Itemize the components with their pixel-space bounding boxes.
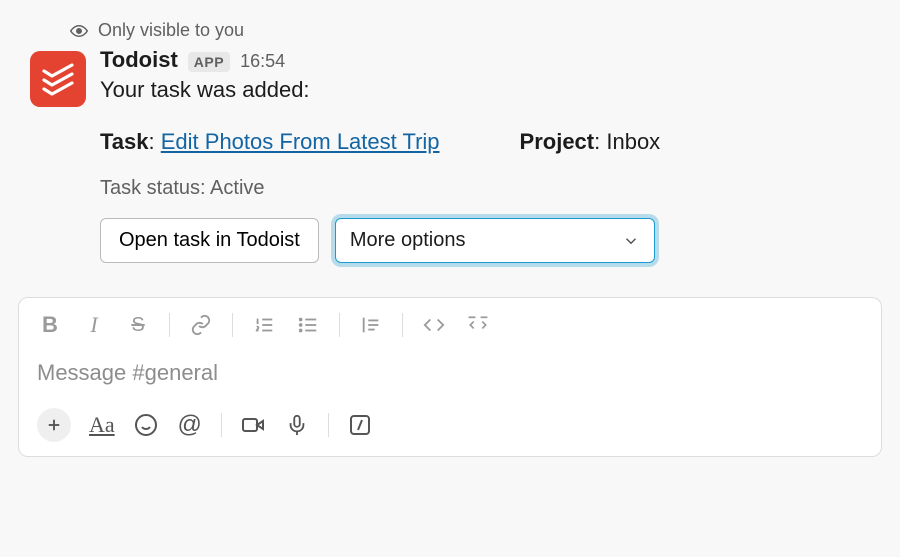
task-field: Task: Edit Photos From Latest Trip [100, 129, 440, 155]
timestamp: 16:54 [240, 51, 285, 72]
more-options-select[interactable]: More options [335, 218, 655, 263]
eye-icon [70, 22, 88, 40]
task-label: Task [100, 129, 149, 154]
toolbar-separator [328, 413, 329, 437]
emoji-button[interactable] [133, 412, 159, 438]
code-button[interactable] [421, 312, 447, 338]
message-input[interactable] [37, 360, 863, 386]
composer-actions: Aa @ [37, 408, 863, 442]
project-label: Project [520, 129, 595, 154]
blockquote-button[interactable] [358, 312, 384, 338]
actions-row: Open task in Todoist More options [100, 218, 870, 263]
format-toolbar: B I S [37, 312, 863, 338]
strikethrough-button[interactable]: S [125, 312, 151, 338]
formatting-toggle-button[interactable]: Aa [89, 412, 115, 438]
visibility-row: Only visible to you [70, 20, 870, 41]
message-composer: B I S Aa @ [18, 297, 882, 457]
task-added-line: Your task was added: [100, 77, 870, 103]
app-badge: APP [188, 52, 230, 72]
message-body: Todoist APP 16:54 Your task was added: T… [100, 47, 870, 263]
message-row: Todoist APP 16:54 Your task was added: T… [30, 47, 870, 263]
todoist-app-icon [30, 51, 86, 107]
details-row: Task: Edit Photos From Latest Trip Proje… [100, 129, 870, 155]
shortcuts-button[interactable] [347, 412, 373, 438]
mention-button[interactable]: @ [177, 412, 203, 438]
sender-name: Todoist [100, 47, 178, 73]
visibility-label: Only visible to you [98, 20, 244, 41]
video-button[interactable] [240, 412, 266, 438]
more-options-label: More options [350, 229, 466, 252]
toolbar-separator [339, 313, 340, 337]
project-field: Project: Inbox [520, 129, 661, 155]
attach-button[interactable] [37, 408, 71, 442]
link-button[interactable] [188, 312, 214, 338]
bold-button[interactable]: B [37, 312, 63, 338]
toolbar-separator [221, 413, 222, 437]
open-task-button[interactable]: Open task in Todoist [100, 218, 319, 263]
bulleted-list-button[interactable] [295, 312, 321, 338]
toolbar-separator [169, 313, 170, 337]
audio-button[interactable] [284, 412, 310, 438]
sender-line: Todoist APP 16:54 [100, 47, 870, 73]
task-link[interactable]: Edit Photos From Latest Trip [161, 129, 440, 154]
task-status: Task status: Active [100, 177, 870, 200]
code-block-button[interactable] [465, 312, 491, 338]
italic-button[interactable]: I [81, 312, 107, 338]
ordered-list-button[interactable] [251, 312, 277, 338]
project-name: Inbox [606, 129, 660, 154]
message-area: Only visible to you Todoist APP 16:54 Yo… [0, 0, 900, 287]
toolbar-separator [402, 313, 403, 337]
chevron-down-icon [622, 232, 640, 250]
toolbar-separator [232, 313, 233, 337]
